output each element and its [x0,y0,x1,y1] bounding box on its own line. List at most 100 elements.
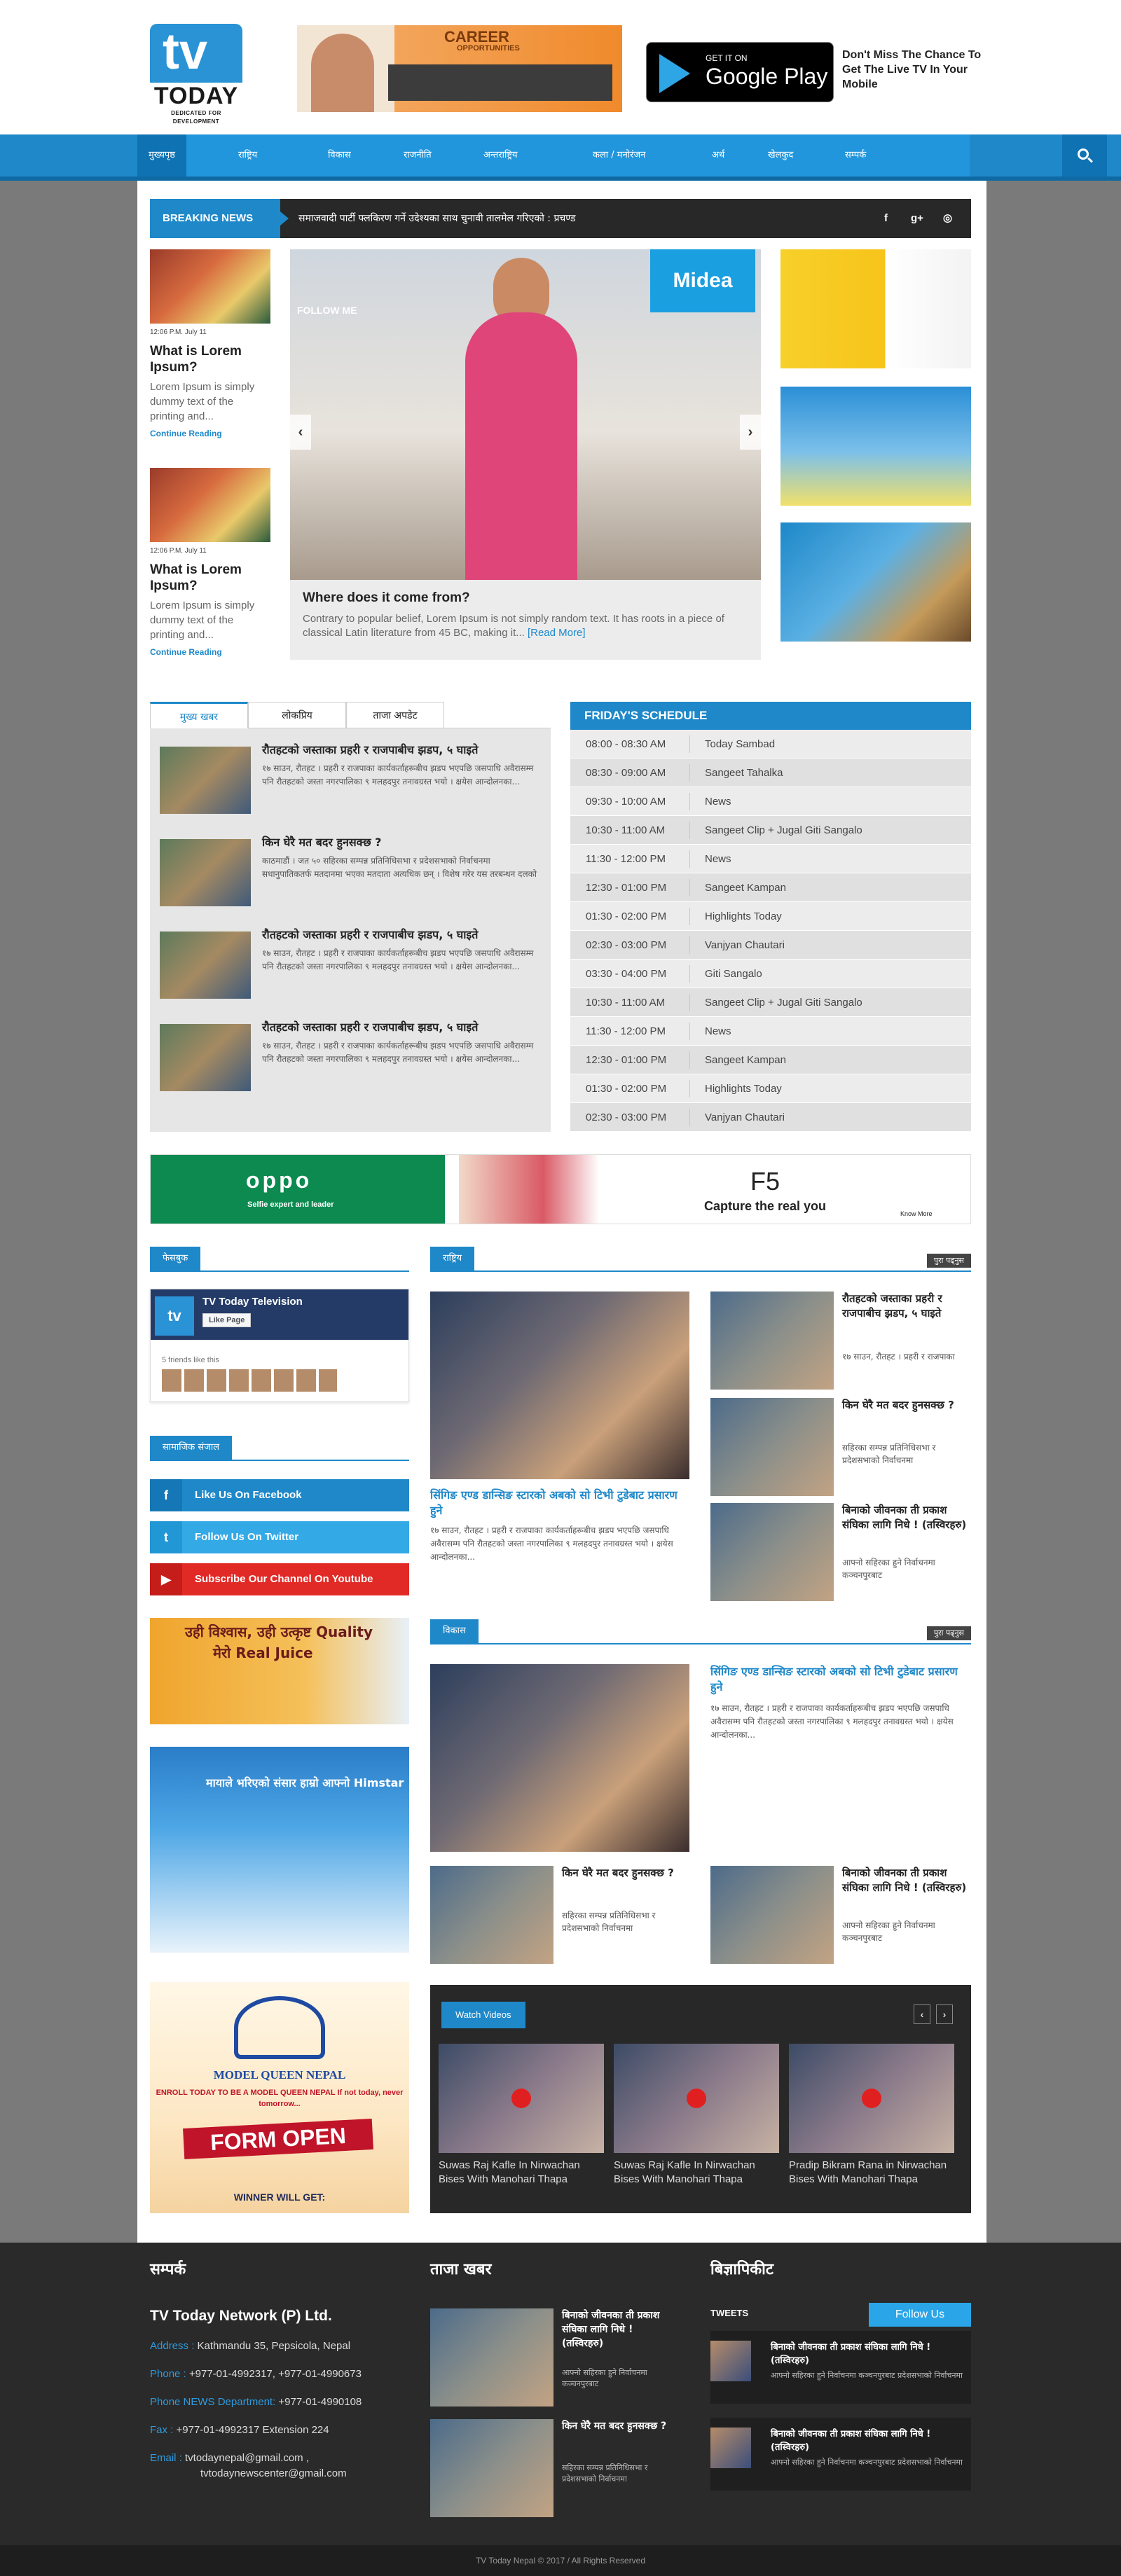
development-lead-image-wrap [430,1664,689,1852]
google-play-badge[interactable]: GET IT ON Google Play [646,42,834,102]
fb-page-avatar[interactable]: tv [155,1296,194,1336]
product-ad[interactable] [780,387,971,506]
twitter-follow-us-button[interactable]: Follow Us [869,2303,971,2327]
real-juice-ad[interactable]: उही विश्वास, उही उत्कृष्ट Quality मेरो R… [150,1618,409,1724]
national-side-title[interactable]: बिनाको जीवनका ती प्रकाश संघिका लागि निधे… [842,1503,970,1532]
fb-page-name[interactable]: TV Today Television [202,1296,303,1307]
tab-news-row[interactable]: किन घेरै मत बदर हुनसक्छ ? काठमाडौं । जत … [160,835,541,910]
nav-item-national[interactable]: राष्ट्रिय [238,134,257,176]
tab-news-desc: १७ साउन, रौतहट । प्रहरी र राजपाका कार्यक… [262,948,534,971]
site-logo[interactable]: tv TODAY DEDICATED FOR DEVELOPMENT [150,24,242,125]
nav-item-economy[interactable]: अर्थ [712,134,724,176]
schedule-time: 08:30 - 09:00 AM [586,767,666,779]
video-card[interactable]: Pradip Bikram Rana in Nirwachan Bises Wi… [789,2044,954,2187]
footer-news-title[interactable]: किन घेरै मत बदर हुनसक्छ ? [562,2419,668,2433]
facebook-icon[interactable]: f [884,199,888,238]
videos-prev-button[interactable]: ‹ [914,2004,930,2024]
tweet-title[interactable]: बिनाको जीवनका ती प्रकाश संघिका लागि निधे… [771,2428,967,2454]
nav-item-entertainment[interactable]: कला / मनोरंजन [593,134,645,176]
development-story-image[interactable] [430,1866,553,1964]
video-card[interactable]: Suwas Raj Kafle In Nirwachan Bises With … [614,2044,779,2187]
national-side-title[interactable]: किन घेरै मत बदर हुनसक्छ ? [842,1398,970,1413]
video-title[interactable]: Suwas Raj Kafle In Nirwachan Bises With … [614,2159,779,2187]
nav-item-sports[interactable]: खेलकुद [768,134,793,176]
development-lead-image[interactable] [430,1664,689,1852]
slider-caption[interactable]: Where does it come from? [303,591,470,604]
model-queen-ad[interactable]: MODEL QUEEN NEPAL ENROLL TODAY TO BE A M… [150,1982,409,2213]
development-lead-title[interactable]: सिंगिङ एण्ड डान्सिङ स्टारको अबको सो टिभी… [710,1664,971,1695]
national-side-image[interactable] [710,1398,834,1496]
slider-prev-button[interactable]: ‹ [290,415,311,450]
tab-latest[interactable]: ताजा अपडेट [346,702,444,728]
development-story-title[interactable]: बिनाको जीवनका ती प्रकाश संघिका लागि निधे… [842,1866,970,1895]
video-card[interactable]: Suwas Raj Kafle In Nirwachan Bises With … [439,2044,604,2187]
tab-news-title[interactable]: रौतहटको जस्ताका प्रहरी र राजपाबीच झडप, ५… [262,1020,539,1035]
himstar-ad[interactable]: मायाले भरिएको संसार हाम्रो आफ्नो Himstar [150,1747,409,1953]
schedule-divider [689,735,690,753]
instagram-icon[interactable]: ◎ [943,199,952,238]
footer-news-title[interactable]: बिनाको जीवनका ती प्रकाश संघिका लागि निधे… [562,2308,668,2350]
tab-news-title[interactable]: रौतहटको जस्ताका प्रहरी र राजपाबीच झडप, ५… [262,927,539,943]
slider-image[interactable]: Midea FOLLOW ME [290,249,761,580]
footer-email-value[interactable]: tvtodaynepal@gmail.com , [185,2452,309,2464]
tab-news-title[interactable]: रौतहटको जस्ताका प्रहरी र राजपाबीच झडप, ५… [262,742,539,758]
continue-reading-link[interactable]: Continue Reading [150,429,270,438]
national-lead-title[interactable]: सिंगिङ एण्ड डान्सिङ स्टारको अबको सो टिभी… [430,1488,689,1518]
continue-reading-link[interactable]: Continue Reading [150,648,270,656]
nav-item-contact[interactable]: सम्पर्क [845,134,866,176]
footer-news-image[interactable] [430,2308,553,2407]
mini-card-image[interactable] [150,249,270,324]
tab-popular[interactable]: लोकप्रिय [248,702,346,728]
tweet-item: बिनाको जीवनका ती प्रकाश संघिका लागि निधे… [710,2331,971,2404]
footer-email-value-2[interactable]: tvtodaynewscenter@gmail.com [200,2467,347,2479]
slider-follow-text: FOLLOW ME [297,305,357,316]
national-side-title[interactable]: रौतहटको जस्ताका प्रहरी र राजपाबीच झडप, ५… [842,1292,970,1321]
tab-main-news[interactable]: मुख्य खबर [150,702,248,728]
schedule-show: Sangeet Kampan [705,882,786,894]
logo-tv-text: tv [163,24,208,80]
search-button[interactable] [1062,134,1107,176]
twitter-follow-button[interactable]: t Follow Us On Twitter [150,1521,409,1553]
oppo-know-more[interactable]: Know More [900,1211,933,1217]
fb-like-page-button[interactable]: Like Page [202,1313,252,1327]
breaking-news-text[interactable]: समाजवादी पार्टी फ्लकिरण गर्ने उदेश्यका स… [298,199,575,238]
oppo-ad-banner[interactable]: oppo Selfie expert and leader F5 Capture… [150,1154,971,1224]
development-read-more[interactable]: पुरा पढ्नुस [926,1626,971,1640]
national-side-image[interactable] [710,1292,834,1390]
video-title[interactable]: Suwas Raj Kafle In Nirwachan Bises With … [439,2159,604,2187]
footer-news-phone-key: Phone NEWS Department: [150,2396,276,2408]
tab-news-title[interactable]: किन घेरै मत बदर हुनसक्छ ? [262,835,539,850]
national-read-more[interactable]: पुरा पढ्नुस [926,1254,971,1268]
facebook-like-button[interactable]: f Like Us On Facebook [150,1479,409,1511]
read-more-link[interactable]: [Read More] [528,627,586,639]
mini-card-title[interactable]: What is Lorem Ipsum? [150,562,270,594]
development-story: किन घेरै मत बदर हुनसक्छ ? सहिरका सम्पन्न… [430,1866,689,1964]
footer-news-image[interactable] [430,2419,553,2517]
tweet-title[interactable]: बिनाको जीवनका ती प्रकाश संघिका लागि निधे… [771,2341,967,2367]
tab-news-row[interactable]: रौतहटको जस्ताका प्रहरी र राजपाबीच झडप, ५… [160,742,541,818]
development-story-image[interactable] [710,1866,834,1964]
slider-next-button[interactable]: › [740,415,761,450]
mini-card-image[interactable] [150,468,270,542]
success-ad[interactable] [780,522,971,642]
tab-news-row[interactable]: रौतहटको जस्ताका प्रहरी र राजपाबीच झडप, ५… [160,1020,541,1095]
cement-ad[interactable] [780,249,971,368]
videos-next-button[interactable]: › [936,2004,953,2024]
nav-item-home[interactable]: मुख्यपृष्ठ [137,134,186,176]
tab-news-row[interactable]: रौतहटको जस्ताका प्रहरी र राजपाबीच झडप, ५… [160,927,541,1003]
national-side-story: बिनाको जीवनका ती प्रकाश संघिका लागि निधे… [710,1503,970,1601]
schedule-show: Vanjyan Chautari [705,1112,785,1123]
national-side-image[interactable] [710,1503,834,1601]
national-lead-image[interactable] [430,1292,689,1479]
career-ad-banner[interactable]: CAREER OPPORTUNITIES [297,25,622,112]
footer-fax: Fax : +977-01-4992317 Extension 224 [150,2423,329,2437]
schedule-divider [689,822,690,839]
nav-item-international[interactable]: अन्तराष्ट्रिय [483,134,518,176]
video-title[interactable]: Pradip Bikram Rana in Nirwachan Bises Wi… [789,2159,954,2187]
development-story-title[interactable]: किन घेरै मत बदर हुनसक्छ ? [562,1866,689,1881]
nav-item-politics[interactable]: राजनीति [404,134,432,176]
youtube-subscribe-button[interactable]: ▶ Subscribe Our Channel On Youtube [150,1563,409,1595]
mini-card-title[interactable]: What is Lorem Ipsum? [150,343,270,375]
google-plus-icon[interactable]: g+ [911,199,923,238]
nav-item-development[interactable]: विकास [328,134,351,176]
